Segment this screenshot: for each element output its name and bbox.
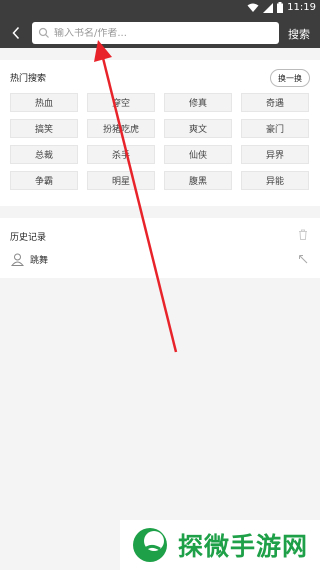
- search-button[interactable]: 搜索: [288, 26, 310, 42]
- battery-icon: [277, 2, 284, 13]
- history-item[interactable]: 跳舞: [10, 250, 310, 268]
- watermark-text: 探微手游网: [178, 532, 309, 561]
- trash-icon: [299, 229, 307, 240]
- back-arrow-icon: [12, 26, 20, 40]
- clear-history-button[interactable]: [296, 227, 310, 241]
- watermark-logo-icon: [133, 528, 167, 562]
- hot-tag[interactable]: 穿空: [87, 93, 155, 112]
- swap-button[interactable]: 换一换: [270, 69, 310, 87]
- search-input[interactable]: [54, 27, 274, 39]
- signal-icon: [263, 2, 274, 13]
- hot-tag[interactable]: 爽文: [164, 119, 232, 138]
- watermark: 探微手游网: [120, 520, 320, 570]
- hot-tags-grid: 热血 穿空 修真 奇遇 搞笑 扮猪吃虎 爽文 豪门 总裁 杀手 仙侠 异界 争霸…: [10, 93, 310, 190]
- search-header: 搜索: [0, 18, 320, 48]
- status-time: 11:19: [287, 2, 316, 13]
- hot-tag[interactable]: 争霸: [10, 171, 78, 190]
- search-icon: [38, 26, 52, 40]
- hot-tag[interactable]: 异能: [241, 171, 309, 190]
- search-box[interactable]: [32, 22, 279, 44]
- status-icons: 11:19: [247, 2, 316, 13]
- hot-tag[interactable]: 腹黑: [164, 171, 232, 190]
- user-icon: [10, 252, 24, 266]
- hot-tag[interactable]: 修真: [164, 93, 232, 112]
- hot-tag[interactable]: 杀手: [87, 145, 155, 164]
- hot-search-title: 热门搜索: [10, 74, 47, 84]
- back-button[interactable]: [6, 23, 26, 43]
- history-title: 历史记录: [10, 233, 47, 243]
- hot-tag[interactable]: 仙侠: [164, 145, 232, 164]
- history-section: 历史记录 跳舞: [0, 218, 320, 278]
- history-item-text: 跳舞: [30, 255, 49, 266]
- hot-tag[interactable]: 总裁: [10, 145, 78, 164]
- fill-search-icon[interactable]: [296, 252, 310, 266]
- hot-tag[interactable]: 扮猪吃虎: [87, 119, 155, 138]
- wifi-icon: [247, 3, 259, 12]
- hot-tag[interactable]: 豪门: [241, 119, 309, 138]
- hot-tag[interactable]: 热血: [10, 93, 78, 112]
- hot-search-section: 热门搜索 换一换 热血 穿空 修真 奇遇 搞笑 扮猪吃虎 爽文 豪门 总裁 杀手…: [0, 60, 320, 206]
- hot-tag[interactable]: 明星: [87, 171, 155, 190]
- status-bar: 11:19: [0, 0, 320, 18]
- hot-tag[interactable]: 搞笑: [10, 119, 78, 138]
- hot-tag[interactable]: 奇遇: [241, 93, 309, 112]
- hot-tag[interactable]: 异界: [241, 145, 309, 164]
